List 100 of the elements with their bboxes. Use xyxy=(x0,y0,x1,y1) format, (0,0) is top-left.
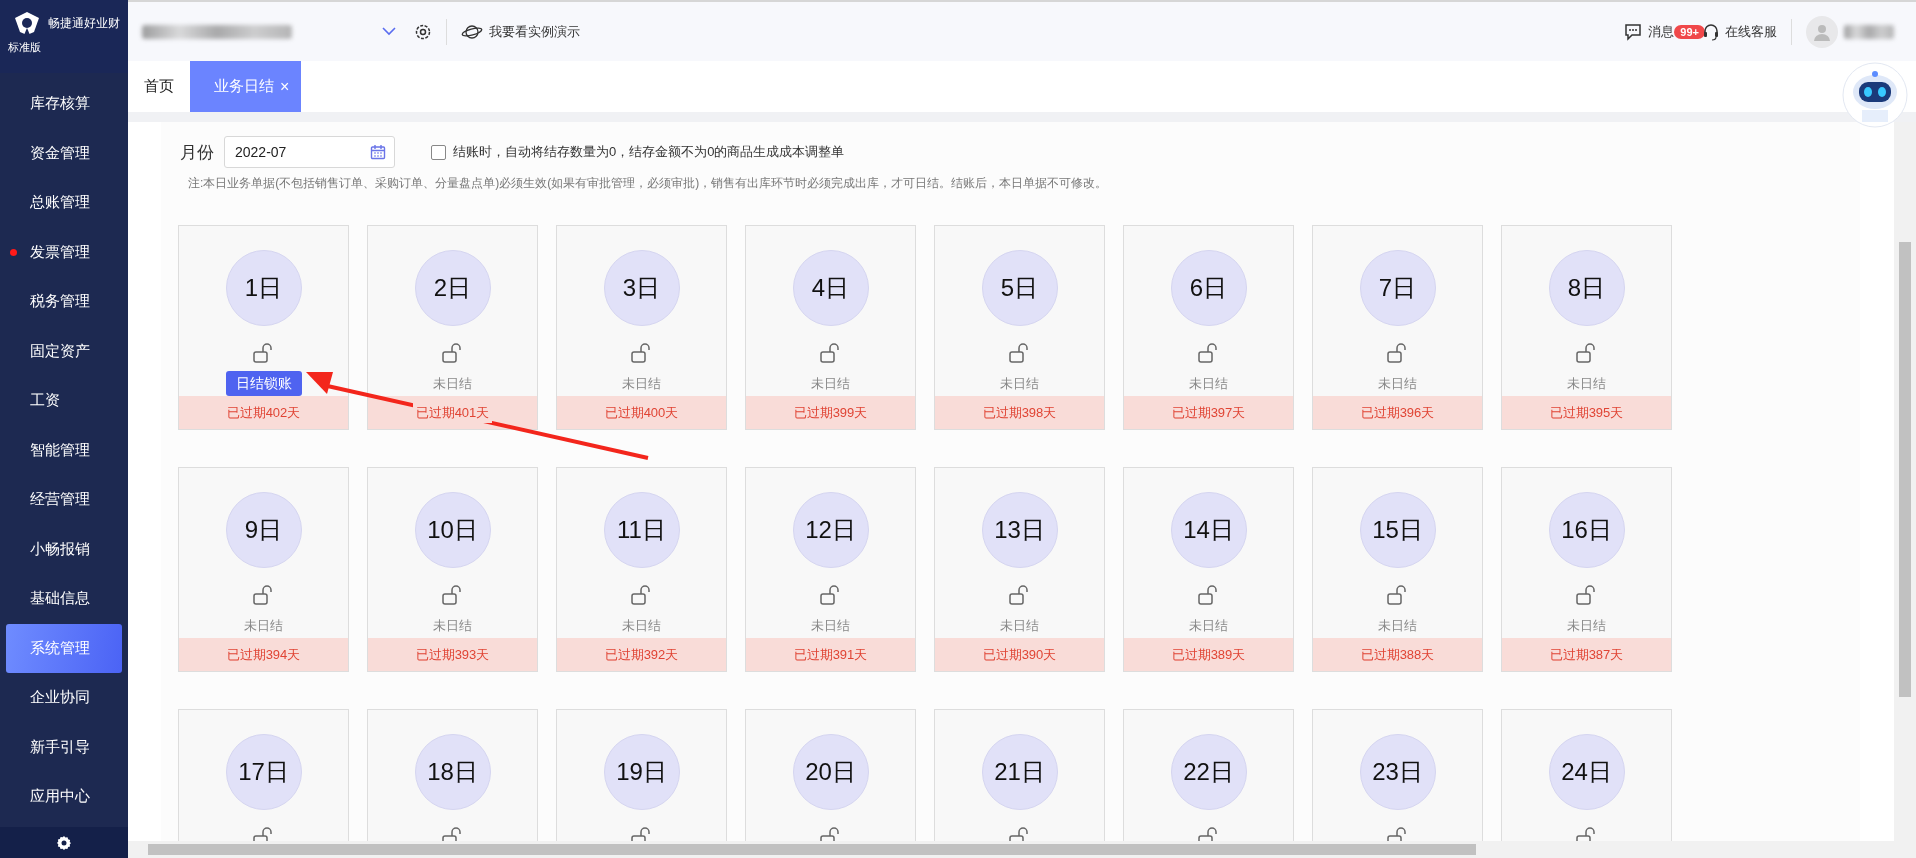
unlocked-padlock-icon xyxy=(630,827,653,841)
day-card[interactable]: 10日 未日结 已过期393天 xyxy=(367,467,538,672)
day-card[interactable]: 8日 未日结 已过期395天 xyxy=(1501,225,1672,430)
day-card[interactable]: 12日 未日结 已过期391天 xyxy=(745,467,916,672)
sidebar-item[interactable]: 总账管理 xyxy=(6,178,122,228)
sidebar-item[interactable]: 小畅报销 xyxy=(6,524,122,574)
day-card[interactable]: 17日 xyxy=(178,709,349,841)
unlocked-padlock-icon xyxy=(1008,585,1031,605)
day-label: 8日 xyxy=(1548,250,1625,326)
day-card[interactable]: 24日 xyxy=(1501,709,1672,841)
day-card[interactable]: 14日 未日结 已过期389天 xyxy=(1123,467,1294,672)
sidebar-item[interactable]: 新手引导 xyxy=(6,722,122,772)
day-card[interactable]: 1日 日结锁账 已过期402天 xyxy=(178,225,349,430)
sidebar-item[interactable]: 固定资产 xyxy=(6,326,122,376)
day-label: 21日 xyxy=(981,734,1058,810)
day-label: 3日 xyxy=(603,250,680,326)
unlocked-padlock-icon xyxy=(441,585,464,605)
day-card[interactable]: 23日 xyxy=(1312,709,1483,841)
unlocked-padlock-icon xyxy=(252,827,275,841)
support-link[interactable]: 在线客服 xyxy=(1703,22,1777,41)
status-text: 未日结 xyxy=(433,374,472,393)
unlocked-padlock-icon xyxy=(252,343,275,363)
day-label: 11日 xyxy=(603,492,680,568)
status-text: 未日结 xyxy=(244,616,283,635)
unlocked-padlock-icon xyxy=(441,343,464,363)
unlocked-padlock-icon xyxy=(1008,827,1031,841)
count-badge: 99+ xyxy=(1674,24,1705,39)
day-card[interactable]: 9日 未日结 已过期394天 xyxy=(178,467,349,672)
sidebar-item[interactable]: 基础信息 xyxy=(6,574,122,624)
planet-icon xyxy=(461,23,483,40)
status-text: 未日结 xyxy=(433,616,472,635)
unlocked-padlock-icon xyxy=(819,585,842,605)
day-label: 16日 xyxy=(1548,492,1625,568)
day-card[interactable]: 2日 未日结 已过期401天 xyxy=(367,225,538,430)
status-text: 未日结 xyxy=(622,616,661,635)
day-label: 10日 xyxy=(414,492,491,568)
sidebar-item[interactable]: 资金管理 xyxy=(6,128,122,178)
unlocked-padlock-icon xyxy=(1197,343,1220,363)
day-card[interactable]: 18日 xyxy=(367,709,538,841)
day-label: 18日 xyxy=(414,734,491,810)
day-label: 13日 xyxy=(981,492,1058,568)
day-label: 5日 xyxy=(981,250,1058,326)
day-card[interactable]: 6日 未日结 已过期397天 xyxy=(1123,225,1294,430)
day-label: 23日 xyxy=(1359,734,1436,810)
settings-icon[interactable] xyxy=(414,22,432,41)
scrollbar[interactable] xyxy=(128,841,1916,858)
sidebar-item[interactable]: 企业协同 xyxy=(6,673,122,723)
chevron-down-icon[interactable] xyxy=(382,27,396,36)
status-text: 未日结 xyxy=(1378,616,1417,635)
unlocked-padlock-icon xyxy=(1386,585,1409,605)
day-card[interactable]: 13日 未日结 已过期390天 xyxy=(934,467,1105,672)
sidebar-item[interactable]: 发票管理 xyxy=(6,227,122,277)
blurred-text xyxy=(1844,24,1894,39)
lock-button[interactable]: 日结锁账 xyxy=(225,371,302,396)
day-card[interactable]: 20日 xyxy=(745,709,916,841)
day-label: 20日 xyxy=(792,734,869,810)
day-card[interactable]: 5日 未日结 已过期398天 xyxy=(934,225,1105,430)
chat-icon xyxy=(1624,22,1643,41)
status-text: 未日结 xyxy=(811,616,850,635)
day-card[interactable]: 4日 未日结 已过期399天 xyxy=(745,225,916,430)
day-card[interactable]: 15日 未日结 已过期388天 xyxy=(1312,467,1483,672)
sidebar-item[interactable]: 工资 xyxy=(6,376,122,426)
unlocked-padlock-icon xyxy=(1575,343,1598,363)
user-icon xyxy=(1813,22,1831,41)
calendar-icon xyxy=(370,144,386,160)
day-card[interactable]: 11日 未日结 已过期392天 xyxy=(556,467,727,672)
sidebar-item[interactable]: 智能管理 xyxy=(6,425,122,475)
unlocked-padlock-icon xyxy=(630,585,653,605)
checkbox[interactable] xyxy=(431,144,446,160)
status-text: 未日结 xyxy=(1000,374,1039,393)
day-card[interactable]: 16日 未日结 已过期387天 xyxy=(1501,467,1672,672)
unlocked-padlock-icon xyxy=(819,343,842,363)
unlocked-padlock-icon xyxy=(1575,827,1598,841)
unlocked-padlock-icon xyxy=(1575,585,1598,605)
unlocked-padlock-icon xyxy=(1008,343,1031,363)
sidebar-item[interactable]: 税务管理 xyxy=(6,277,122,327)
messages-link[interactable]: 消息 xyxy=(1624,22,1675,41)
sidebar-item[interactable]: 经营管理 xyxy=(6,475,122,525)
status-text: 未日结 xyxy=(1189,374,1228,393)
tab[interactable]: 首页 xyxy=(128,61,190,112)
demo-link[interactable]: 我要看实例演示 xyxy=(461,22,580,41)
day-card[interactable]: 21日 xyxy=(934,709,1105,841)
day-label: 2日 xyxy=(414,250,491,326)
sidebar-item[interactable]: 库存核算 xyxy=(6,79,122,129)
robot-icon[interactable] xyxy=(1842,62,1908,128)
sidebar-item[interactable]: 应用中心 xyxy=(6,772,122,822)
unlocked-padlock-icon xyxy=(441,827,464,841)
day-card[interactable]: 3日 未日结 已过期400天 xyxy=(556,225,727,430)
unlocked-padlock-icon xyxy=(1386,343,1409,363)
settings-icon[interactable] xyxy=(56,834,72,851)
day-card[interactable]: 22日 xyxy=(1123,709,1294,841)
unlocked-padlock-icon xyxy=(1386,827,1409,841)
sidebar-item[interactable]: 系统管理 xyxy=(6,623,122,673)
month-field[interactable]: 2022-07 xyxy=(224,136,395,168)
month-label: 月份 xyxy=(180,141,214,164)
day-card[interactable]: 19日 xyxy=(556,709,727,841)
checkbox-label: 结账时，自动将结存数量为0，结存金额不为0的商品生成成本调整单 xyxy=(453,143,845,161)
day-label: 15日 xyxy=(1359,492,1436,568)
logo-icon xyxy=(12,10,42,36)
day-card[interactable]: 7日 未日结 已过期396天 xyxy=(1312,225,1483,430)
